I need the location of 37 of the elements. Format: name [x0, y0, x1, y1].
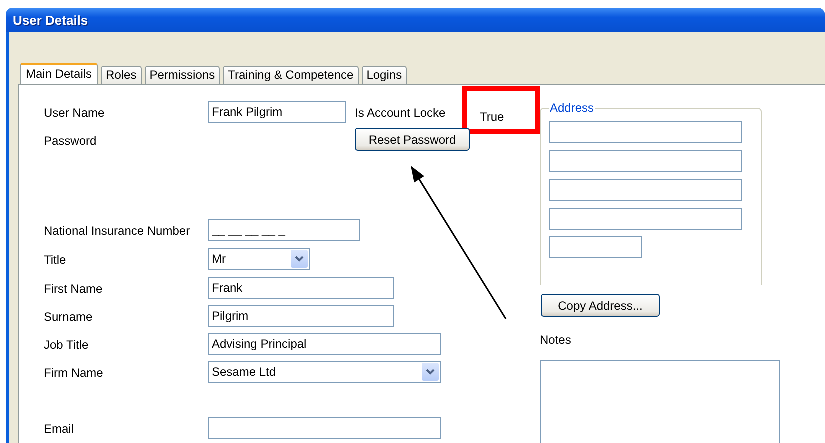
- copy-address-button[interactable]: Copy Address...: [541, 294, 660, 317]
- field-label: Email: [44, 421, 76, 436]
- text-field[interactable]: __ __ __ __ _: [208, 219, 360, 241]
- address-field[interactable]: [549, 150, 742, 172]
- tab[interactable]: Training & Competence: [223, 66, 359, 84]
- field-label: Firm Name: [44, 365, 104, 380]
- address-field[interactable]: [549, 236, 642, 258]
- dropdown[interactable]: Mr: [208, 248, 310, 270]
- tab[interactable]: Main Details: [20, 63, 98, 85]
- text-field[interactable]: Frank: [208, 277, 394, 299]
- field-label: Password: [44, 133, 98, 148]
- field-label: Title: [44, 252, 68, 267]
- tab[interactable]: Roles: [101, 66, 142, 84]
- chevron-down-icon[interactable]: [422, 363, 439, 381]
- field-label: Is Account Locke: [355, 105, 447, 120]
- text-field[interactable]: [208, 417, 441, 439]
- field-label: National Insurance Number: [44, 223, 192, 238]
- field-label: Surname: [44, 309, 94, 324]
- tab[interactable]: Permissions: [144, 66, 220, 84]
- field-label: First Name: [44, 281, 104, 296]
- address-field[interactable]: [549, 179, 742, 201]
- field-label: Notes: [540, 333, 572, 347]
- notes-field[interactable]: [540, 360, 780, 443]
- reset-password-button[interactable]: Reset Password: [355, 128, 470, 151]
- tab[interactable]: Logins: [362, 66, 408, 84]
- field-label: Job Title: [44, 337, 90, 352]
- dropdown[interactable]: Sesame Ltd: [208, 361, 441, 383]
- text-field[interactable]: Pilgrim: [208, 305, 394, 327]
- address-field[interactable]: [549, 208, 742, 230]
- text-field[interactable]: Frank Pilgrim: [208, 101, 346, 123]
- text-field[interactable]: Advising Principal: [208, 333, 441, 355]
- field-label: User Name: [44, 105, 106, 120]
- group-title: Address: [549, 101, 596, 115]
- window-title: User Details: [13, 12, 88, 28]
- chevron-down-icon[interactable]: [291, 250, 308, 268]
- status-value: True: [480, 110, 504, 124]
- address-field[interactable]: [549, 121, 742, 143]
